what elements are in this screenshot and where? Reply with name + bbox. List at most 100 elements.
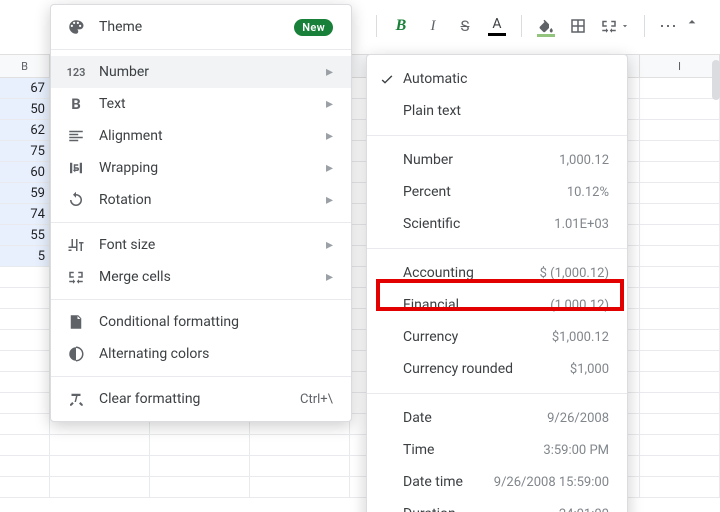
merge-cells-button[interactable] [596, 12, 634, 40]
cell[interactable] [0, 435, 50, 456]
submenu-item-accounting[interactable]: Accounting $ (1,000.12) [367, 257, 627, 289]
submenu-label: Automatic [403, 71, 609, 87]
bold-button[interactable]: B [387, 12, 415, 40]
submenu-item-plain-text[interactable]: Plain text [367, 95, 627, 127]
cell[interactable] [0, 330, 50, 351]
cell[interactable] [640, 456, 720, 477]
cell[interactable]: 50 [0, 99, 50, 120]
merge-cells-icon [65, 267, 87, 287]
column-header-i[interactable]: I [640, 55, 720, 77]
menu-item-rotation[interactable]: Rotation ▸ [51, 184, 351, 216]
cell[interactable]: 59 [0, 183, 50, 204]
submenu-item-currency[interactable]: Currency $1,000.12 [367, 321, 627, 353]
more-button[interactable]: ⋯ [655, 12, 683, 40]
cell[interactable]: 62 [0, 120, 50, 141]
menu-item-number[interactable]: 123 Number ▸ [51, 56, 351, 88]
submenu-item-currency-rounded[interactable]: Currency rounded $1,000 [367, 353, 627, 385]
submenu-item-time[interactable]: Time 3:59:00 PM [367, 434, 627, 466]
cell[interactable] [640, 225, 720, 246]
cell[interactable] [0, 414, 50, 435]
cell[interactable] [150, 477, 250, 498]
cell[interactable] [250, 456, 350, 477]
menu-divider [51, 376, 351, 377]
strikethrough-button[interactable]: S [451, 12, 479, 40]
cell[interactable] [640, 78, 720, 99]
cell[interactable] [640, 372, 720, 393]
cell[interactable] [640, 120, 720, 141]
submenu-item-automatic[interactable]: Automatic [367, 63, 627, 95]
cell[interactable] [0, 351, 50, 372]
cell[interactable] [640, 162, 720, 183]
submenu-arrow-icon: ▸ [326, 192, 333, 208]
format-example: 3:59:00 PM [543, 443, 609, 458]
cell[interactable] [640, 246, 720, 267]
cell[interactable] [50, 477, 150, 498]
cell[interactable]: 5 [0, 246, 50, 267]
submenu-item-percent[interactable]: Percent 10.12% [367, 176, 627, 208]
palette-icon [65, 17, 87, 37]
cell[interactable] [0, 477, 50, 498]
cell[interactable] [250, 435, 350, 456]
menu-label: Rotation [99, 192, 326, 208]
cell[interactable] [50, 435, 150, 456]
menu-item-alignment[interactable]: Alignment ▸ [51, 120, 351, 152]
menu-item-conditional-formatting[interactable]: Conditional formatting [51, 306, 351, 338]
text-color-button[interactable]: A [483, 12, 511, 40]
cell[interactable] [50, 456, 150, 477]
menu-item-text[interactable]: B Text ▸ [51, 88, 351, 120]
cell[interactable] [640, 183, 720, 204]
collapse-toolbar-button[interactable] [684, 14, 700, 34]
fill-color-button[interactable] [532, 12, 560, 40]
menu-item-clear-formatting[interactable]: Clear formatting Ctrl+\ [51, 383, 351, 415]
vertical-scrollbar[interactable] [712, 60, 720, 100]
menu-item-font-size[interactable]: Font size ▸ [51, 229, 351, 261]
cell[interactable] [640, 204, 720, 225]
cell[interactable] [0, 288, 50, 309]
cell[interactable] [640, 288, 720, 309]
menu-item-merge-cells[interactable]: Merge cells ▸ [51, 261, 351, 293]
cell[interactable]: 75 [0, 141, 50, 162]
submenu-item-date-time[interactable]: Date time 9/26/2008 15:59:00 [367, 466, 627, 498]
submenu-item-number[interactable]: Number 1,000.12 [367, 144, 627, 176]
cell[interactable] [0, 372, 50, 393]
menu-label: Conditional formatting [99, 314, 333, 330]
cell[interactable] [150, 456, 250, 477]
cell[interactable] [0, 393, 50, 414]
italic-button[interactable]: I [419, 12, 447, 40]
submenu-item-duration[interactable]: Duration 24:01:00 [367, 498, 627, 512]
submenu-arrow-icon: ▸ [326, 96, 333, 112]
submenu-item-scientific[interactable]: Scientific 1.01E+03 [367, 208, 627, 240]
cell[interactable]: 74 [0, 204, 50, 225]
toolbar-separator [376, 15, 377, 37]
cell[interactable] [640, 141, 720, 162]
wrap-icon [65, 158, 87, 178]
conditional-format-icon [65, 312, 87, 332]
cell[interactable] [640, 309, 720, 330]
cell[interactable] [0, 309, 50, 330]
cell[interactable] [640, 393, 720, 414]
cell[interactable] [640, 351, 720, 372]
menu-item-wrapping[interactable]: Wrapping ▸ [51, 152, 351, 184]
cell[interactable]: 55 [0, 225, 50, 246]
cell[interactable] [640, 330, 720, 351]
menu-item-theme[interactable]: Theme New [51, 11, 351, 43]
cell[interactable] [0, 267, 50, 288]
submenu-item-date[interactable]: Date 9/26/2008 [367, 402, 627, 434]
submenu-label: Percent [403, 184, 567, 200]
submenu-item-financial[interactable]: Financial (1,000.12) [367, 289, 627, 321]
column-header-b[interactable]: B [0, 55, 50, 77]
cell[interactable] [640, 99, 720, 120]
cell[interactable] [250, 477, 350, 498]
cell[interactable] [640, 477, 720, 498]
cell[interactable] [150, 435, 250, 456]
cell[interactable] [640, 414, 720, 435]
cell[interactable]: 60 [0, 162, 50, 183]
cell[interactable] [0, 456, 50, 477]
menu-item-alternating-colors[interactable]: Alternating colors [51, 338, 351, 370]
borders-button[interactable] [564, 12, 592, 40]
font-size-icon [65, 235, 87, 255]
submenu-label: Number [403, 152, 559, 168]
cell[interactable] [640, 435, 720, 456]
cell[interactable] [640, 267, 720, 288]
cell[interactable]: 67 [0, 78, 50, 99]
